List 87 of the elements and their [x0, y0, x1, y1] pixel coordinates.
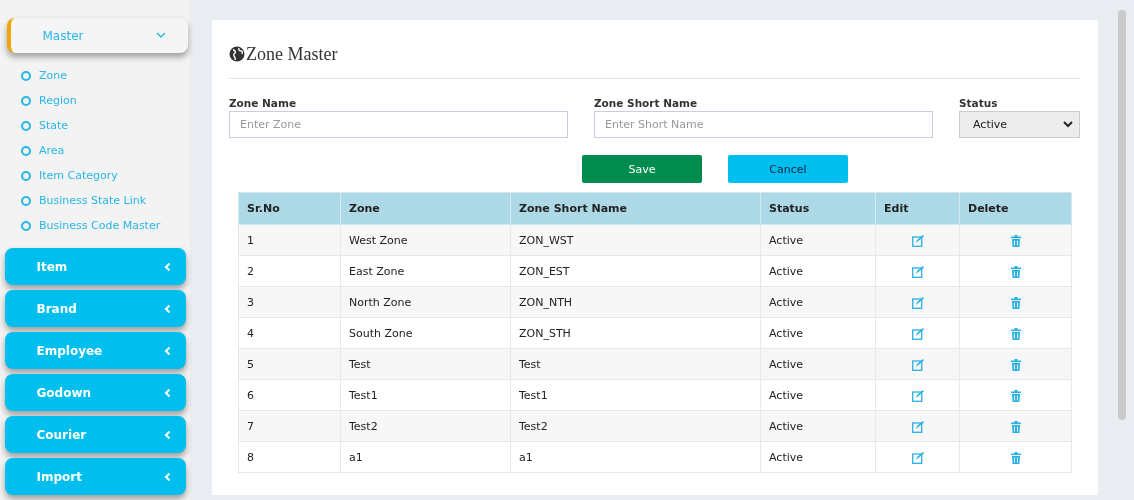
chevron-left-icon [163, 429, 171, 440]
edit-icon[interactable] [911, 296, 924, 309]
submenu-link[interactable]: Area [2, 138, 188, 164]
table-cell: 3 [238, 286, 341, 318]
table-cell: Active [760, 348, 876, 380]
trash-icon[interactable] [1010, 296, 1021, 309]
menu-item[interactable]: Courier [4, 416, 186, 454]
table-cell: Test [510, 348, 761, 380]
trash-icon[interactable] [1010, 327, 1021, 340]
column-header: Zone [340, 192, 511, 225]
caret-icon [1063, 121, 1073, 128]
table-cell: Active [760, 255, 876, 287]
column-header: Delete [959, 192, 1072, 225]
table-cell: Test1 [340, 379, 511, 411]
table-cell: Active [760, 410, 876, 442]
table-cell: Test2 [340, 410, 511, 442]
status-dropdown[interactable]: Active [959, 111, 1080, 138]
submenu-link[interactable]: Item Category [2, 163, 188, 189]
edit-icon[interactable] [911, 389, 924, 402]
trash-icon[interactable] [1010, 389, 1021, 402]
field-label: Zone Short Name [594, 97, 699, 109]
scrollbar[interactable] [1118, 10, 1126, 420]
table-cell: Active [760, 441, 876, 473]
table-cell: 1 [238, 224, 341, 256]
trash-icon[interactable] [1010, 234, 1021, 247]
edit-icon[interactable] [911, 327, 924, 340]
input-field[interactable]: Enter Short Name [594, 111, 933, 138]
chevron-left-icon [163, 387, 171, 398]
menu-item[interactable]: Item [4, 248, 186, 286]
submenu-link[interactable]: State [2, 113, 188, 139]
table-cell: a1 [510, 441, 761, 473]
input-field[interactable]: Enter Zone [229, 111, 568, 138]
trash-icon[interactable] [1010, 358, 1021, 371]
cancel-button[interactable]: Cancel [728, 155, 848, 183]
edit-icon[interactable] [911, 451, 924, 464]
menu-item[interactable]: Brand [4, 290, 186, 328]
field-label: Status [959, 97, 999, 109]
table-cell: a1 [340, 441, 511, 473]
column-header: Zone Short Name [510, 192, 761, 225]
table-cell: 6 [238, 379, 341, 411]
chevron-left-icon [163, 261, 171, 272]
table-cell: ZON_NTH [510, 286, 761, 318]
trash-icon[interactable] [1010, 420, 1021, 433]
table-cell: Active [760, 317, 876, 349]
table-cell: Active [760, 224, 876, 256]
submenu-link[interactable]: Business State Link [2, 188, 188, 214]
column-header: Edit [875, 192, 960, 225]
table-cell: North Zone [340, 286, 511, 318]
page-title: Zone Master [246, 43, 338, 65]
column-header: Status [760, 192, 876, 225]
trash-icon[interactable] [1010, 451, 1021, 464]
chevron-left-icon [163, 303, 171, 314]
chevron-left-icon [163, 471, 171, 482]
chevron-left-icon [163, 345, 171, 356]
table-cell: 8 [238, 441, 341, 473]
edit-icon[interactable] [911, 265, 924, 278]
table-cell: South Zone [340, 317, 511, 349]
table-cell: Test2 [510, 410, 761, 442]
chevron-down-icon [155, 32, 166, 39]
menu-item[interactable]: Master [6, 18, 188, 54]
table-cell: Active [760, 379, 876, 411]
table-cell: 5 [238, 348, 341, 380]
table-cell: ZON_STH [510, 317, 761, 349]
table-cell: 7 [238, 410, 341, 442]
submenu-link[interactable]: Zone [2, 63, 188, 89]
submenu-link[interactable]: Region [2, 88, 188, 114]
table-cell: Test [340, 348, 511, 380]
save-button[interactable]: Save [582, 155, 702, 183]
submenu-link[interactable]: Business Code Master [2, 213, 188, 239]
trash-icon[interactable] [1010, 265, 1021, 278]
menu-item[interactable]: Employee [4, 332, 186, 370]
table-cell: Active [760, 286, 876, 318]
column-header: Sr.No [238, 192, 341, 225]
edit-icon[interactable] [911, 358, 924, 371]
menu-item[interactable]: Godown [4, 374, 186, 412]
edit-icon[interactable] [911, 420, 924, 433]
menu-item[interactable]: Import [4, 458, 186, 496]
table-cell: ZON_WST [510, 224, 761, 256]
table-cell: Test1 [510, 379, 761, 411]
table-cell: 4 [238, 317, 341, 349]
table-cell: East Zone [340, 255, 511, 287]
edit-icon[interactable] [911, 234, 924, 247]
table-cell: ZON_EST [510, 255, 761, 287]
table-cell: 2 [238, 255, 341, 287]
table-cell: West Zone [340, 224, 511, 256]
field-label: Zone Name [229, 97, 297, 109]
globe-icon [229, 46, 245, 62]
